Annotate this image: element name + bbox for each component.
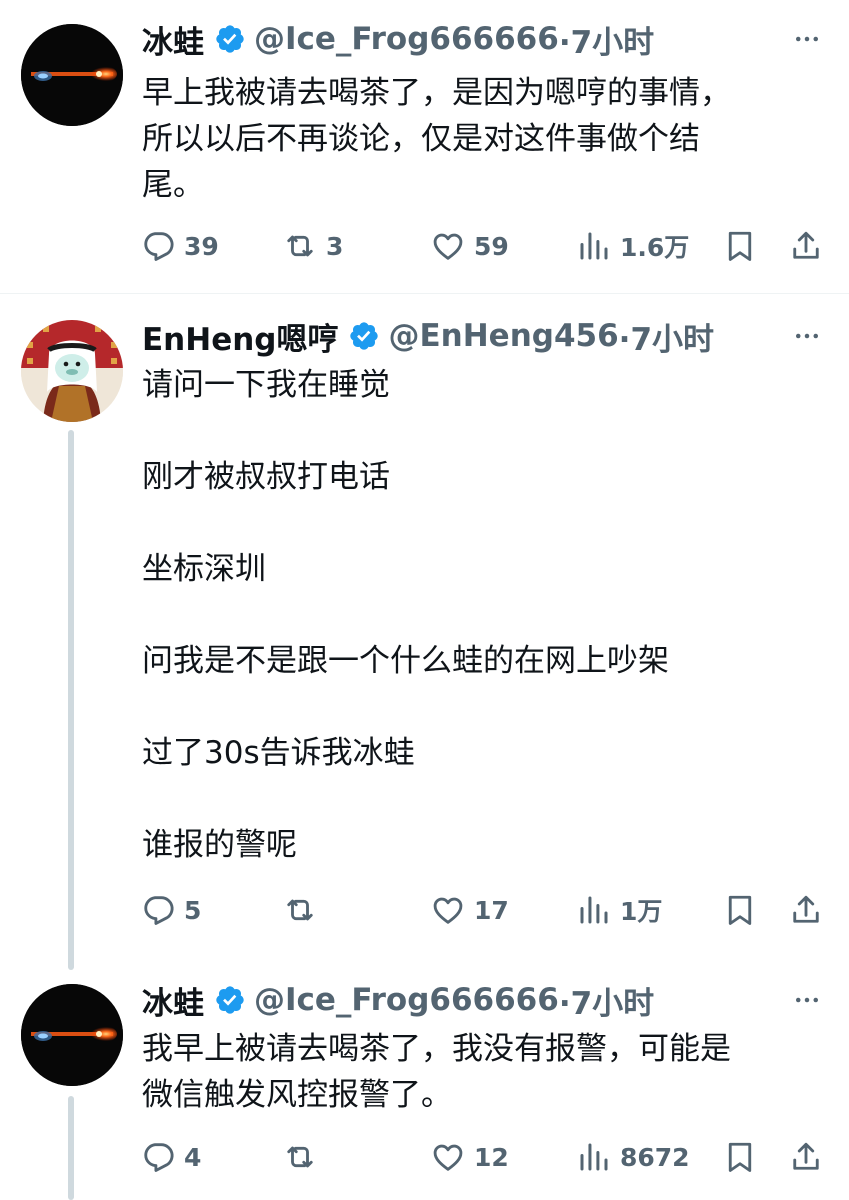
reply-button[interactable]: 4 xyxy=(140,1137,201,1177)
tweet-paragraph: 过了30s告诉我冰蛙 xyxy=(142,735,415,771)
reply-button[interactable]: 39 xyxy=(140,226,219,266)
timestamp[interactable]: ·7小时 xyxy=(559,17,654,62)
views-icon xyxy=(576,892,612,928)
avatar-ice-frog[interactable] xyxy=(21,24,123,126)
share-icon xyxy=(788,892,824,928)
bookmark-icon xyxy=(722,892,758,928)
views-count: 1万 xyxy=(620,897,663,926)
tweet-text: 早上我被请去喝茶了，是因为嗯哼的事情， 所以以后不再谈论，仅是对这件事做个结 尾… xyxy=(142,70,822,208)
tweet-text-line: 所以以后不再谈论，仅是对这件事做个结 xyxy=(142,121,700,157)
verified-badge-icon xyxy=(214,984,246,1016)
like-count: 59 xyxy=(474,231,509,261)
tweet-header: 冰蛙 @Ice_Frog666666 ·7小时 xyxy=(142,978,654,1023)
tweet-1[interactable]: 冰蛙 @Ice_Frog666666 ·7小时 早上我被请去喝茶了，是因为嗯哼的… xyxy=(0,0,849,293)
tweet-text-line: 尾。 xyxy=(142,167,204,203)
tweet-text-line: 早上我被请去喝茶了，是因为嗯哼的事情， xyxy=(142,75,731,111)
timestamp[interactable]: ·7小时 xyxy=(619,314,714,359)
thread-connector xyxy=(68,430,74,970)
views-button[interactable]: 1.6万 xyxy=(576,226,689,266)
reply-button[interactable]: 5 xyxy=(140,890,201,930)
tweet-header: EnHeng嗯哼 @EnHeng456 ·7小时 xyxy=(142,314,714,359)
like-icon xyxy=(430,892,466,928)
retweet-count: 3 xyxy=(326,231,344,261)
retweet-icon xyxy=(282,228,318,264)
bookmark-button[interactable] xyxy=(722,890,758,930)
tweet-actions: 4 12 8672 xyxy=(140,1137,830,1177)
reply-count: 4 xyxy=(184,1142,202,1172)
share-button[interactable] xyxy=(788,1137,824,1177)
share-icon xyxy=(788,228,824,264)
bookmark-icon xyxy=(722,1139,758,1175)
retweet-button[interactable] xyxy=(282,890,326,930)
like-icon xyxy=(430,228,466,264)
views-count: 1.6万 xyxy=(620,233,690,262)
verified-badge-icon xyxy=(214,23,246,55)
like-count: 12 xyxy=(474,1142,509,1172)
retweet-button[interactable] xyxy=(282,1137,326,1177)
avatar-image xyxy=(21,24,123,126)
tweet-paragraph: 请问一下我在睡觉 xyxy=(142,367,390,403)
more-options-icon[interactable] xyxy=(787,316,827,356)
user-handle[interactable]: @Ice_Frog666666 xyxy=(254,21,559,57)
verified-badge-icon xyxy=(348,320,380,352)
bookmark-button[interactable] xyxy=(722,1137,758,1177)
tweet-text-line: 微信触发风控报警了。 xyxy=(142,1077,452,1113)
retweet-icon xyxy=(282,892,318,928)
more-options-icon[interactable] xyxy=(787,980,827,1020)
display-name[interactable]: EnHeng嗯哼 xyxy=(142,314,338,359)
share-button[interactable] xyxy=(788,890,824,930)
like-icon xyxy=(430,1139,466,1175)
like-button[interactable]: 59 xyxy=(430,226,509,266)
avatar-image xyxy=(21,320,123,422)
tweet-paragraph: 坐标深圳 xyxy=(142,551,266,587)
views-icon xyxy=(576,228,612,264)
user-handle[interactable]: @EnHeng456 xyxy=(388,318,618,354)
views-button[interactable]: 1万 xyxy=(576,890,662,930)
more-options-icon[interactable] xyxy=(787,19,827,59)
tweet-paragraph: 刚才被叔叔打电话 xyxy=(142,459,390,495)
share-button[interactable] xyxy=(788,226,824,266)
like-button[interactable]: 12 xyxy=(430,1137,509,1177)
tweet-paragraph: 谁报的警呢 xyxy=(142,827,297,863)
tweet-paragraph: 问我是不是跟一个什么蛙的在网上吵架 xyxy=(142,643,669,679)
user-handle[interactable]: @Ice_Frog666666 xyxy=(254,982,559,1018)
retweet-button[interactable]: 3 xyxy=(282,226,343,266)
tweet-text: 我早上被请去喝茶了，我没有报警，可能是 微信触发风控报警了。 xyxy=(142,1026,822,1118)
timestamp[interactable]: ·7小时 xyxy=(559,978,654,1023)
tweet-actions: 5 17 1万 xyxy=(140,890,830,930)
avatar-image xyxy=(21,984,123,1086)
tweet-header: 冰蛙 @Ice_Frog666666 ·7小时 xyxy=(142,17,654,62)
like-count: 17 xyxy=(474,895,509,925)
display-name[interactable]: 冰蛙 xyxy=(142,978,204,1023)
tweet-text-line: 我早上被请去喝茶了，我没有报警，可能是 xyxy=(142,1031,731,1067)
display-name[interactable]: 冰蛙 xyxy=(142,17,204,62)
avatar-ice-frog[interactable] xyxy=(21,984,123,1086)
reply-icon xyxy=(140,1139,176,1175)
tweet-actions: 39 3 59 1.6万 xyxy=(140,226,830,266)
views-button[interactable]: 8672 xyxy=(576,1137,690,1177)
thread-connector xyxy=(68,1096,74,1200)
avatar-enheng[interactable] xyxy=(21,320,123,422)
views-count: 8672 xyxy=(620,1142,690,1172)
like-button[interactable]: 17 xyxy=(430,890,509,930)
reply-count: 39 xyxy=(184,231,219,261)
tweet-text: 请问一下我在睡觉 刚才被叔叔打电话 坐标深圳 问我是不是跟一个什么蛙的在网上吵架… xyxy=(142,362,822,868)
reply-count: 5 xyxy=(184,895,202,925)
retweet-icon xyxy=(282,1139,318,1175)
reply-icon xyxy=(140,892,176,928)
share-icon xyxy=(788,1139,824,1175)
tweet-3[interactable]: 冰蛙 @Ice_Frog666666 ·7小时 我早上被请去喝茶了，我没有报警，… xyxy=(0,970,849,1200)
reply-icon xyxy=(140,228,176,264)
bookmark-button[interactable] xyxy=(722,226,758,266)
views-icon xyxy=(576,1139,612,1175)
tweet-2[interactable]: EnHeng嗯哼 @EnHeng456 ·7小时 请问一下我在睡觉 刚才被叔叔打… xyxy=(0,294,849,970)
bookmark-icon xyxy=(722,228,758,264)
